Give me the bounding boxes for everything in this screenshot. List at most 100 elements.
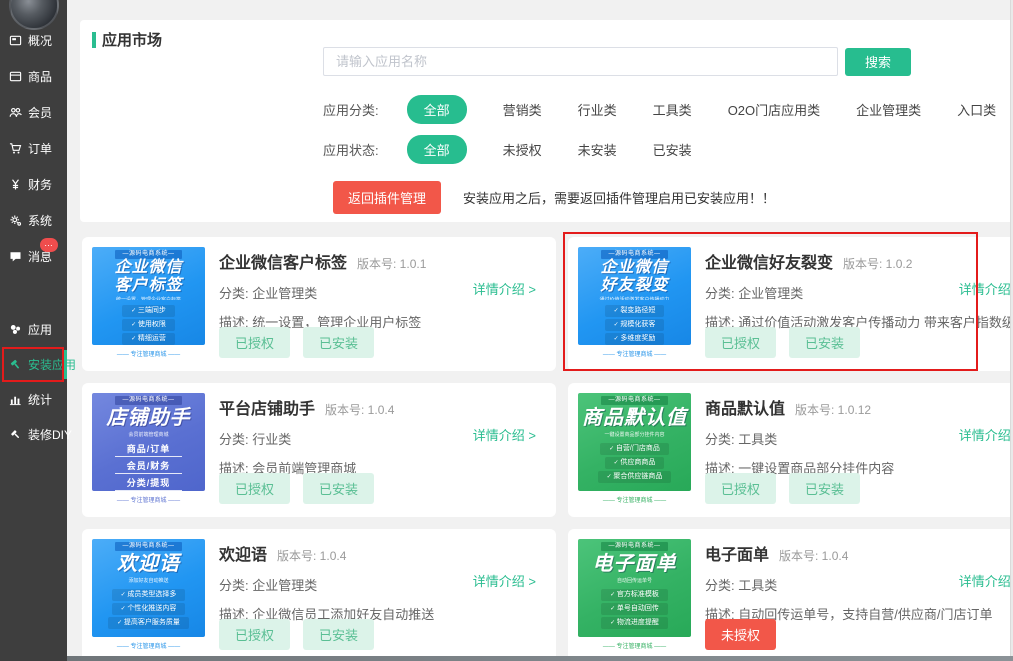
detail-link[interactable]: 详情介绍 > (473, 425, 536, 444)
sidebar-item-goods[interactable]: 商品 (0, 58, 67, 94)
sidebar-item-install-apps[interactable]: 安装应用 (0, 347, 67, 382)
hammer-icon (9, 428, 22, 441)
sidebar-item-overview[interactable]: 概况 (0, 22, 67, 58)
category-option-entry[interactable]: 入口类 (957, 100, 996, 119)
page-title: 应用市场 (92, 29, 162, 50)
category-option-enterprise[interactable]: 企业管理类 (856, 100, 921, 119)
detail-link[interactable]: 详情介绍 > (959, 279, 1013, 298)
search-row: 搜索 (323, 47, 911, 76)
notice-row: 返回插件管理 安装应用之后，需要返回插件管理启用已安装应用！！ (333, 181, 775, 214)
unauthorized-badge[interactable]: 未授权 (705, 619, 776, 650)
bottom-edge-strip (67, 656, 1013, 661)
app-thumbnail: —源码电商系统— 企业微信 好友裂变 通过价值活动激发客户传播动力 裂变路径短 … (578, 247, 691, 361)
app-version: 版本号: 1.0.2 (843, 255, 912, 272)
detail-link[interactable]: 详情介绍 > (959, 425, 1013, 444)
install-apps-icon (9, 358, 22, 371)
app-name: 企业微信好友裂变 (705, 249, 833, 273)
detail-link[interactable]: 详情介绍 > (959, 571, 1013, 590)
message-count-badge: … (40, 238, 58, 252)
chat-bubble-icon (9, 250, 22, 263)
category-filter-row: 应用分类: 全部 营销类 行业类 工具类 O2O门店应用类 企业管理类 入口类 (323, 96, 996, 123)
app-version: 版本号: 1.0.4 (325, 401, 394, 418)
app-thumbnail: —源码电商系统— 店铺助手 会员前端管理商城 商品/订单 会员/财务 分类/提现… (92, 393, 205, 507)
app-version: 版本号: 1.0.4 (779, 547, 848, 564)
yuan-icon (9, 178, 22, 191)
app-card-welcome-message: —源码电商系统— 欢迎语 添加好友自动推送 成员类型选择多 个性化推送内容 提高… (82, 529, 556, 661)
sidebar-item-label: 商品 (28, 68, 52, 85)
back-to-plugins-button[interactable]: 返回插件管理 (333, 181, 441, 214)
status-filter-label: 应用状态: (323, 140, 379, 159)
app-version: 版本号: 1.0.4 (277, 547, 346, 564)
app-name: 电子面单 (705, 541, 769, 565)
app-thumbnail: —源码电商系统— 电子面单 自动回传运单号 官方标准模板 单号自动回传 物流进度… (578, 539, 691, 653)
status-filter-row: 应用状态: 全部 未授权 未安装 已安装 (323, 136, 692, 163)
status-option-all[interactable]: 全部 (407, 135, 467, 164)
authorized-badge: 已授权 (219, 619, 290, 650)
app-card-product-defaults: —源码电商系统— 商品默认值 一键设置商品部分挂件内容 自营/门店商品 供应商商… (568, 383, 1013, 517)
search-button[interactable]: 搜索 (845, 48, 911, 76)
sidebar-item-members[interactable]: 会员 (0, 94, 67, 130)
authorized-badge: 已授权 (219, 473, 290, 504)
app-thumbnail: —源码电商系统— 企业微信 客户标签 统一设置，管理企业客户标签 三端同步 使用… (92, 247, 205, 361)
members-icon (9, 106, 22, 119)
app-thumbnail: —源码电商系统— 商品默认值 一键设置商品部分挂件内容 自营/门店商品 供应商商… (578, 393, 691, 507)
category-option-o2o[interactable]: O2O门店应用类 (728, 100, 820, 119)
status-option-uninstalled[interactable]: 未安装 (578, 140, 617, 159)
category-filter-label: 应用分类: (323, 100, 379, 119)
installed-badge: 已安装 (303, 327, 374, 358)
app-version: 版本号: 1.0.1 (357, 255, 426, 272)
sidebar-item-finance[interactable]: 财务 (0, 166, 67, 202)
bar-chart-icon (9, 393, 22, 406)
sidebar-item-label: 系统 (28, 212, 52, 229)
category-option-all[interactable]: 全部 (407, 95, 467, 124)
title-accent-bar (92, 32, 96, 48)
authorized-badge: 已授权 (219, 327, 290, 358)
sidebar-item-messages[interactable]: 消息 … (0, 238, 67, 274)
overview-icon (9, 34, 22, 47)
gear-icon (9, 214, 22, 227)
category-option-industry[interactable]: 行业类 (578, 100, 617, 119)
installed-badge: 已安装 (789, 473, 860, 504)
app-card-electronic-waybill: —源码电商系统— 电子面单 自动回传运单号 官方标准模板 单号自动回传 物流进度… (568, 529, 1013, 661)
app-thumbnail: —源码电商系统— 欢迎语 添加好友自动推送 成员类型选择多 个性化推送内容 提高… (92, 539, 205, 653)
sidebar-nav-secondary: 应用 安装应用 统计 装修DIY (0, 312, 67, 452)
sidebar-item-system[interactable]: 系统 (0, 202, 67, 238)
search-input[interactable] (323, 47, 838, 76)
authorized-badge: 已授权 (705, 327, 776, 358)
app-version: 版本号: 1.0.12 (795, 401, 871, 418)
sidebar-item-label: 应用 (28, 321, 52, 338)
app-name: 商品默认值 (705, 395, 785, 419)
sidebar-item-diy[interactable]: 装修DIY (0, 417, 67, 452)
category-option-tools[interactable]: 工具类 (653, 100, 692, 119)
sidebar-nav-main: 概况 商品 会员 订单 财务 系统 消息 … (0, 22, 67, 274)
app-name: 欢迎语 (219, 541, 267, 565)
app-card-wecom-friend-fission: —源码电商系统— 企业微信 好友裂变 通过价值活动激发客户传播动力 裂变路径短 … (568, 237, 1013, 371)
authorized-badge: 已授权 (705, 473, 776, 504)
status-option-installed[interactable]: 已安装 (653, 140, 692, 159)
app-card-grid: —源码电商系统— 企业微信 客户标签 统一设置，管理企业客户标签 三端同步 使用… (82, 237, 1013, 661)
sidebar-item-label: 安装应用 (28, 356, 76, 373)
notice-text: 安装应用之后，需要返回插件管理启用已安装应用！！ (463, 188, 775, 207)
sidebar-item-statistics[interactable]: 统计 (0, 382, 67, 417)
sidebar-item-label: 统计 (28, 391, 52, 408)
app-card-shop-assistant: —源码电商系统— 店铺助手 会员前端管理商城 商品/订单 会员/财务 分类/提现… (82, 383, 556, 517)
sidebar-item-label: 装修DIY (28, 426, 72, 443)
sidebar-item-apps[interactable]: 应用 (0, 312, 67, 347)
app-name: 平台店铺助手 (219, 395, 315, 419)
app-name: 企业微信客户标签 (219, 249, 347, 273)
main-content: 应用市场 搜索 应用分类: 全部 营销类 行业类 工具类 O2O门店应用类 企业… (67, 0, 1013, 661)
detail-link[interactable]: 详情介绍 > (473, 571, 536, 590)
installed-badge: 已安装 (303, 473, 374, 504)
filter-panel: 应用市场 搜索 应用分类: 全部 营销类 行业类 工具类 O2O门店应用类 企业… (80, 20, 1013, 222)
app-card-wecom-customer-tags: —源码电商系统— 企业微信 客户标签 统一设置，管理企业客户标签 三端同步 使用… (82, 237, 556, 371)
sidebar-item-orders[interactable]: 订单 (0, 130, 67, 166)
status-option-unauthorized[interactable]: 未授权 (503, 140, 542, 159)
cart-icon (9, 142, 22, 155)
category-options: 全部 营销类 行业类 工具类 O2O门店应用类 企业管理类 入口类 (407, 95, 997, 124)
category-option-marketing[interactable]: 营销类 (503, 100, 542, 119)
sidebar-item-label: 订单 (28, 140, 52, 157)
installed-badge: 已安装 (789, 327, 860, 358)
detail-link[interactable]: 详情介绍 > (473, 279, 536, 298)
apps-icon (9, 323, 22, 336)
sidebar-item-label: 财务 (28, 176, 52, 193)
